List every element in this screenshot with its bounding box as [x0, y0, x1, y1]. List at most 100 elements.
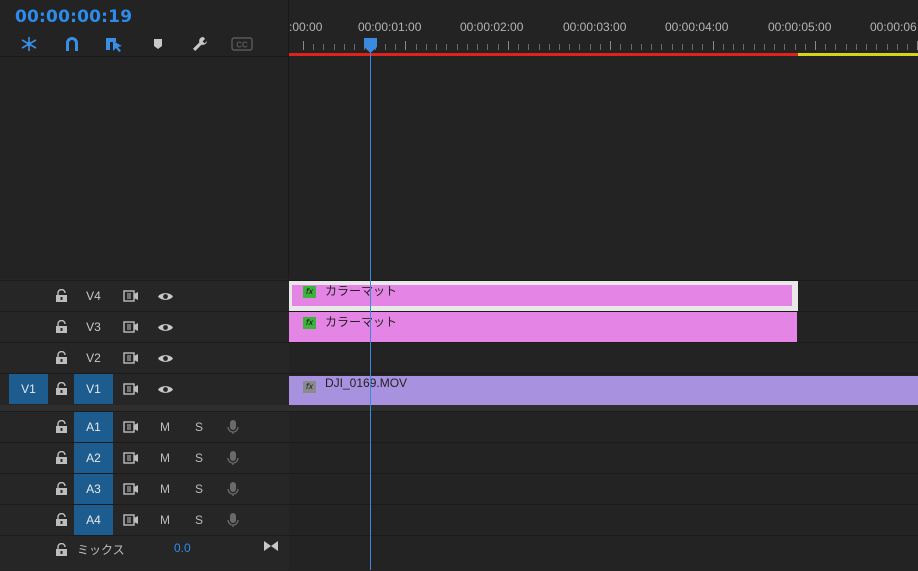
ruler-tick — [774, 44, 776, 50]
track-name[interactable]: V3 — [74, 312, 113, 342]
mute-button[interactable]: M — [160, 451, 170, 465]
track-name[interactable]: A3 — [74, 474, 113, 504]
lock-icon[interactable] — [55, 351, 68, 365]
ruler-tick — [436, 44, 438, 50]
timeline-empty-area[interactable] — [289, 57, 918, 279]
track-header-v4[interactable]: V4 — [0, 280, 289, 311]
microphone-icon[interactable] — [227, 512, 239, 528]
fx-badge: fx — [303, 381, 316, 393]
eye-icon[interactable] — [157, 322, 174, 333]
microphone-icon[interactable] — [227, 481, 239, 497]
track-header-v2[interactable]: V2 — [0, 342, 289, 373]
lock-icon[interactable] — [55, 320, 68, 334]
eye-icon[interactable] — [157, 353, 174, 364]
ruler-label: 00:00:05:00 — [768, 20, 832, 34]
playhead-line[interactable] — [370, 40, 371, 570]
magnet-icon[interactable] — [61, 34, 83, 54]
track-name[interactable]: A2 — [74, 443, 113, 473]
lock-icon[interactable] — [55, 382, 68, 396]
mix-track-header[interactable] — [0, 535, 289, 571]
lock-icon[interactable] — [55, 543, 68, 557]
track-name[interactable]: V1 — [74, 374, 113, 404]
track-name[interactable]: A1 — [74, 412, 113, 442]
work-area-bar-rendered[interactable] — [289, 53, 798, 56]
solo-button[interactable]: S — [195, 513, 203, 527]
ruler-tick — [487, 44, 489, 50]
ruler-tick — [712, 41, 714, 50]
ruler-tick — [620, 44, 622, 50]
ruler-tick — [630, 44, 632, 50]
lock-icon[interactable] — [55, 513, 68, 527]
track-lane-a1[interactable] — [289, 411, 918, 442]
track-header-v1[interactable]: V1 V1 — [0, 373, 289, 404]
svg-text:CC: CC — [236, 41, 248, 50]
track-lane-a4[interactable] — [289, 504, 918, 535]
ruler-label: :00:00 — [289, 20, 323, 34]
eye-icon[interactable] — [157, 291, 174, 302]
bowtie-icon[interactable] — [263, 540, 279, 552]
fx-badge: fx — [303, 286, 316, 298]
track-lane-v3[interactable]: fx カラーマット — [289, 311, 918, 342]
ruler-tick — [384, 44, 386, 50]
eye-icon[interactable] — [157, 384, 174, 395]
track-header-a4[interactable]: A4 M S — [0, 504, 289, 535]
mute-button[interactable]: M — [160, 513, 170, 527]
ruler-tick — [907, 44, 909, 50]
track-lane-a2[interactable] — [289, 442, 918, 473]
solo-button[interactable]: S — [195, 451, 203, 465]
lock-icon[interactable] — [55, 420, 68, 434]
track-lane-v2[interactable] — [289, 342, 918, 373]
track-name[interactable]: A4 — [74, 505, 113, 535]
solo-button[interactable]: S — [195, 482, 203, 496]
linked-selection-icon[interactable] — [103, 34, 125, 54]
ruler-tick — [343, 44, 345, 50]
ruler-tick — [733, 44, 735, 50]
track-lane-a3[interactable] — [289, 473, 918, 504]
ruler-label: 00:00:03:00 — [563, 20, 627, 34]
lock-icon[interactable] — [55, 289, 68, 303]
sync-lock-icon[interactable] — [123, 513, 139, 527]
clip-color-matte-v3[interactable]: fx カラーマット — [289, 312, 797, 342]
captions-icon[interactable]: CC — [231, 34, 253, 54]
solo-button[interactable]: S — [195, 420, 203, 434]
sync-lock-icon[interactable] — [123, 289, 139, 303]
ruler-tick — [497, 44, 499, 50]
microphone-icon[interactable] — [227, 419, 239, 435]
track-header-a2[interactable]: A2 M S — [0, 442, 289, 473]
track-header-a1[interactable]: A1 M S — [0, 411, 289, 442]
snap-nested-icon[interactable] — [18, 34, 40, 54]
add-marker-icon[interactable] — [147, 34, 169, 54]
ruler-label: 00:00:06 — [870, 20, 917, 34]
track-lane-v4[interactable]: fx カラーマット — [289, 280, 918, 311]
sync-lock-icon[interactable] — [123, 320, 139, 334]
sync-lock-icon[interactable] — [123, 420, 139, 434]
clip-dji-0169[interactable]: fx DJI_0169.MOV — [289, 376, 918, 405]
playhead-handle-icon[interactable] — [364, 38, 377, 53]
ruler-label: 00:00:04:00 — [665, 20, 729, 34]
mute-button[interactable]: M — [160, 420, 170, 434]
lock-icon[interactable] — [55, 482, 68, 496]
playhead-timecode[interactable]: 00:00:00:19 — [15, 7, 132, 27]
wrench-icon[interactable] — [189, 34, 211, 54]
ruler-tick — [886, 44, 888, 50]
ruler-tick — [507, 41, 509, 50]
work-area-bar-unrendered[interactable] — [798, 53, 918, 56]
clip-label: カラーマット — [325, 315, 398, 329]
source-patch-v1[interactable]: V1 — [9, 374, 48, 404]
track-lane-v1[interactable]: fx DJI_0169.MOV — [289, 373, 918, 405]
track-header-v3[interactable]: V3 — [0, 311, 289, 342]
track-name[interactable]: V2 — [74, 343, 113, 373]
clip-color-matte-v4[interactable]: fx カラーマット — [289, 281, 798, 311]
lock-icon[interactable] — [55, 451, 68, 465]
time-ruler[interactable]: :00:00 00:00:01:00 00:00:02:00 00:00:03:… — [289, 12, 918, 58]
sync-lock-icon[interactable] — [123, 451, 139, 465]
mute-button[interactable]: M — [160, 482, 170, 496]
sync-lock-icon[interactable] — [123, 382, 139, 396]
mix-track-lane[interactable] — [289, 535, 918, 571]
mix-volume-value[interactable]: 0.0 — [174, 541, 191, 555]
track-name[interactable]: V4 — [74, 281, 113, 311]
sync-lock-icon[interactable] — [123, 351, 139, 365]
microphone-icon[interactable] — [227, 450, 239, 466]
track-header-a3[interactable]: A3 M S — [0, 473, 289, 504]
sync-lock-icon[interactable] — [123, 482, 139, 496]
